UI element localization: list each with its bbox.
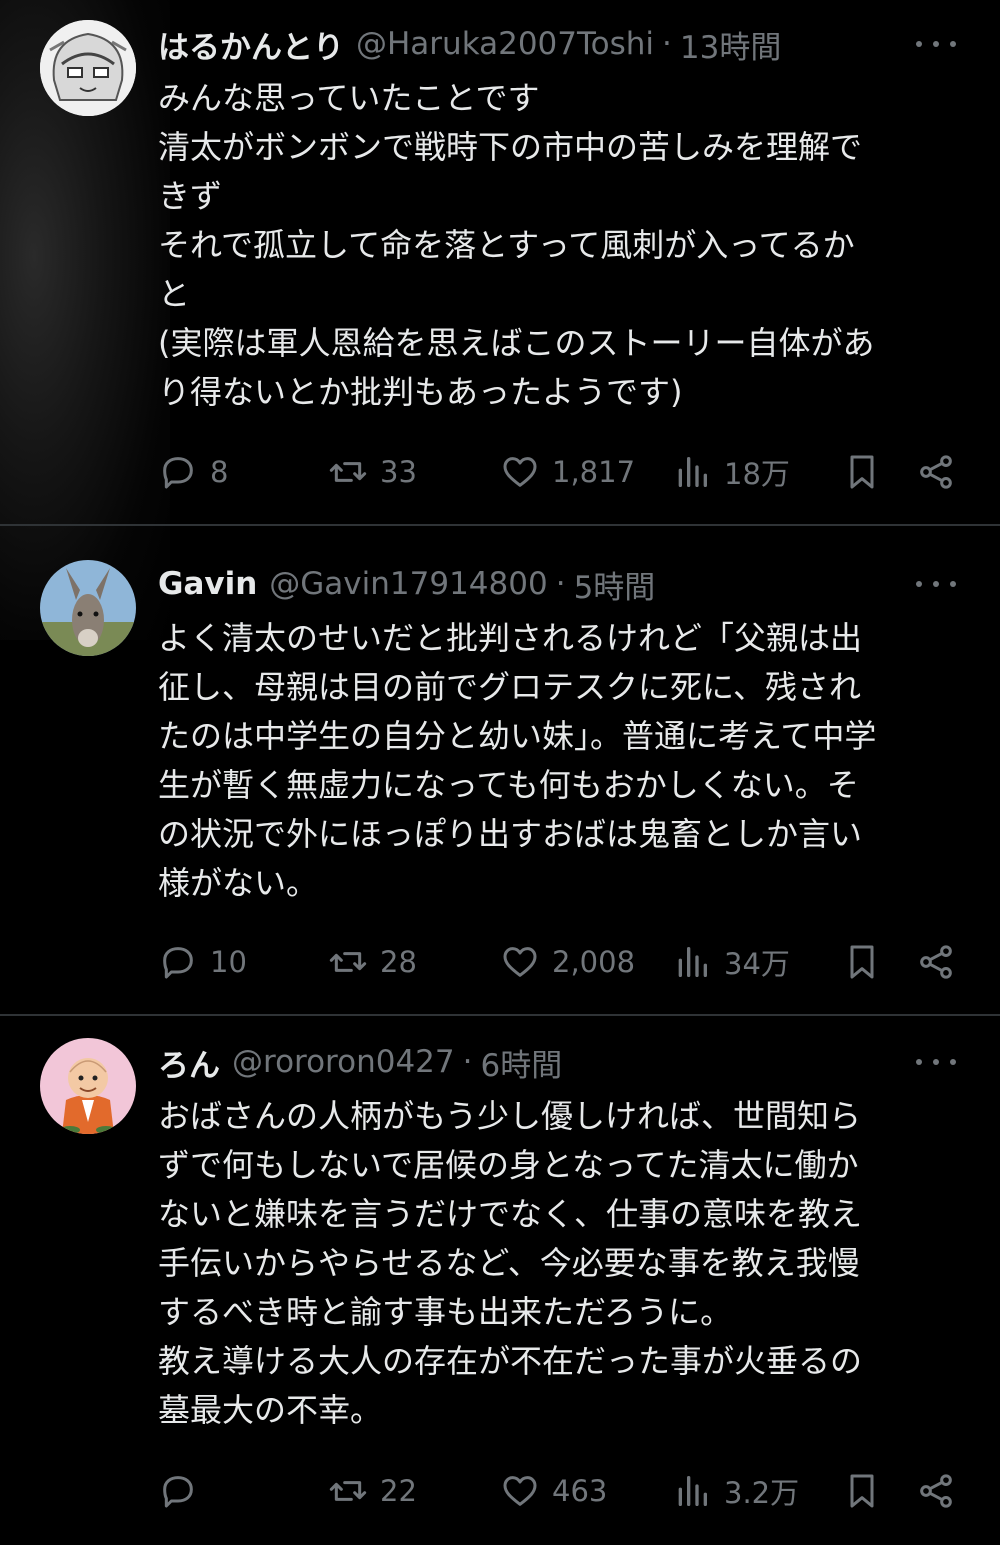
reply-icon — [163, 457, 193, 489]
like-count: 2,008 — [552, 945, 636, 979]
reply-icon — [163, 1476, 193, 1508]
display-name[interactable]: Gavin — [158, 566, 257, 602]
views-icon — [678, 947, 707, 977]
separator-dot: · — [555, 566, 566, 602]
like-count: 1,817 — [552, 455, 636, 489]
like-button[interactable]: 1,817 — [500, 450, 635, 494]
text-line: きず — [158, 177, 223, 215]
retweet-button[interactable]: 22 — [328, 1469, 417, 1513]
timestamp[interactable]: 6時間 — [481, 1040, 563, 1085]
reply-count: 10 — [210, 945, 247, 979]
bookmark-button[interactable] — [842, 940, 894, 984]
tweet-header: ろん @rororon0427 · 6時間 — [158, 1040, 562, 1084]
text-line: と — [158, 275, 191, 313]
bookmark-icon — [850, 455, 874, 489]
bookmark-icon — [850, 1474, 874, 1508]
bookmark-button[interactable] — [842, 450, 894, 494]
more-icon[interactable] — [916, 1052, 956, 1072]
retweet-icon — [329, 462, 367, 482]
views-icon — [678, 1476, 707, 1506]
tweet-header: Gavin @Gavin17914800 · 5時間 — [158, 562, 655, 606]
user-handle[interactable]: @Gavin17914800 — [269, 566, 547, 602]
reply-button[interactable] — [158, 1469, 210, 1513]
tweet-text: おばさんの人柄がもう少し優しければ、世間知ら ずで何もしないで居候の身となってた… — [158, 1092, 968, 1435]
text-line: 手伝いからやらせるなど、今必要な事を教え我慢 — [158, 1244, 860, 1282]
more-icon[interactable] — [916, 574, 956, 594]
user-handle[interactable]: @rororon0427 — [232, 1044, 455, 1080]
views-button[interactable]: 18万 — [672, 450, 790, 494]
share-button[interactable] — [916, 940, 968, 984]
text-line: の状況で外にほっぽり出すおばは鬼畜としか言い — [158, 815, 863, 853]
retweet-count: 33 — [380, 455, 417, 489]
reply-count: 8 — [210, 455, 229, 489]
text-line: おばさんの人柄がもう少し優しければ、世間知ら — [158, 1097, 862, 1135]
like-button[interactable]: 463 — [500, 1469, 607, 1513]
text-line: みんな思っていたことです — [158, 79, 540, 117]
views-button[interactable]: 3.2万 — [672, 1469, 799, 1513]
share-icon — [920, 455, 952, 489]
text-line: 様がない。 — [158, 864, 319, 902]
timestamp[interactable]: 5時間 — [574, 562, 656, 607]
views-count: 34万 — [724, 947, 790, 981]
share-icon — [920, 1474, 952, 1508]
user-handle[interactable]: @Haruka2007Toshi — [356, 26, 654, 62]
like-button[interactable]: 2,008 — [500, 940, 635, 984]
bookmark-icon — [850, 945, 874, 979]
text-line: たのは中学生の自分と幼い妹」。普通に考えて中学 — [158, 717, 877, 755]
retweet-icon — [329, 952, 367, 972]
text-line: よく清太のせいだと批判されるけれど「父親は出 — [158, 619, 863, 657]
reply-button[interactable]: 10 — [158, 940, 247, 984]
display-name[interactable]: ろん — [158, 1040, 220, 1085]
tweet-text: みんな思っていたことです 清太がボンボンで戦時下の市中の苦しみを理解で きず そ… — [158, 74, 968, 417]
text-line: 教え導ける大人の存在が不在だった事が火垂るの — [158, 1342, 863, 1380]
retweet-button[interactable]: 28 — [328, 940, 417, 984]
tweet-header: はるかんとり @Haruka2007Toshi · 13時間 — [158, 22, 781, 66]
share-icon — [920, 945, 952, 979]
text-line: 墓最大の不幸。 — [158, 1391, 383, 1429]
separator-dot: · — [662, 26, 672, 62]
share-button[interactable] — [916, 1469, 968, 1513]
tweet[interactable]: はるかんとり @Haruka2007Toshi · 13時間 みんな思っていたこ… — [0, 0, 1000, 524]
reply-button[interactable]: 8 — [158, 450, 228, 494]
bookmark-button[interactable] — [842, 1469, 894, 1513]
display-name[interactable]: はるかんとり — [158, 22, 344, 67]
text-line: それで孤立して命を落とすって風刺が入ってるか — [158, 226, 855, 264]
retweet-count: 22 — [380, 1474, 417, 1508]
avatar[interactable] — [40, 560, 136, 656]
timestamp[interactable]: 13時間 — [680, 22, 781, 67]
views-button[interactable]: 34万 — [672, 940, 790, 984]
text-line: するべき時と諭す事も出来ただろうに。 — [158, 1293, 733, 1331]
retweet-count: 28 — [380, 945, 417, 979]
text-line: 清太がボンボンで戦時下の市中の苦しみを理解で — [158, 128, 863, 166]
action-bar: 8 33 1,817 18万 — [158, 450, 958, 494]
reply-icon — [163, 947, 193, 979]
views-icon — [678, 457, 707, 487]
tweet[interactable]: ろん @rororon0427 · 6時間 おばさんの人柄がもう少し優しければ、… — [0, 1016, 1000, 1545]
like-count: 463 — [552, 1474, 608, 1508]
like-icon — [503, 1476, 537, 1506]
like-icon — [503, 457, 537, 487]
tweet[interactable]: Gavin @Gavin17914800 · 5時間 よく清太のせいだと批判され… — [0, 526, 1000, 1014]
text-line: (実際は軍人恩給を思えばこのストーリー自体があ — [158, 324, 875, 362]
like-icon — [503, 947, 537, 977]
retweet-icon — [329, 1481, 367, 1501]
tweet-text: よく清太のせいだと批判されるけれど「父親は出 征し、母親は目の前でグロテスクに死… — [158, 614, 968, 908]
action-bar: 22 463 3.2万 — [158, 1469, 958, 1513]
text-line: ずで何もしないで居候の身となってた清太に働か — [158, 1146, 859, 1184]
text-line: り得ないとか批判もあったようです) — [158, 373, 683, 411]
share-button[interactable] — [916, 450, 968, 494]
text-line: 征し、母親は目の前でグロテスクに死に、残され — [158, 668, 862, 706]
separator-dot: · — [462, 1044, 473, 1080]
retweet-button[interactable]: 33 — [328, 450, 417, 494]
text-line: 生が暫く無虚力になっても何もおかしくない。そ — [158, 766, 859, 804]
action-bar: 10 28 2,008 34万 — [158, 940, 958, 984]
views-count: 18万 — [724, 457, 790, 491]
avatar[interactable] — [40, 20, 136, 116]
avatar[interactable] — [40, 1038, 136, 1134]
views-count: 3.2万 — [724, 1476, 800, 1510]
more-icon[interactable] — [916, 34, 956, 54]
text-line: ないと嫌味を言うだけでなく、仕事の意味を教え — [158, 1195, 863, 1233]
